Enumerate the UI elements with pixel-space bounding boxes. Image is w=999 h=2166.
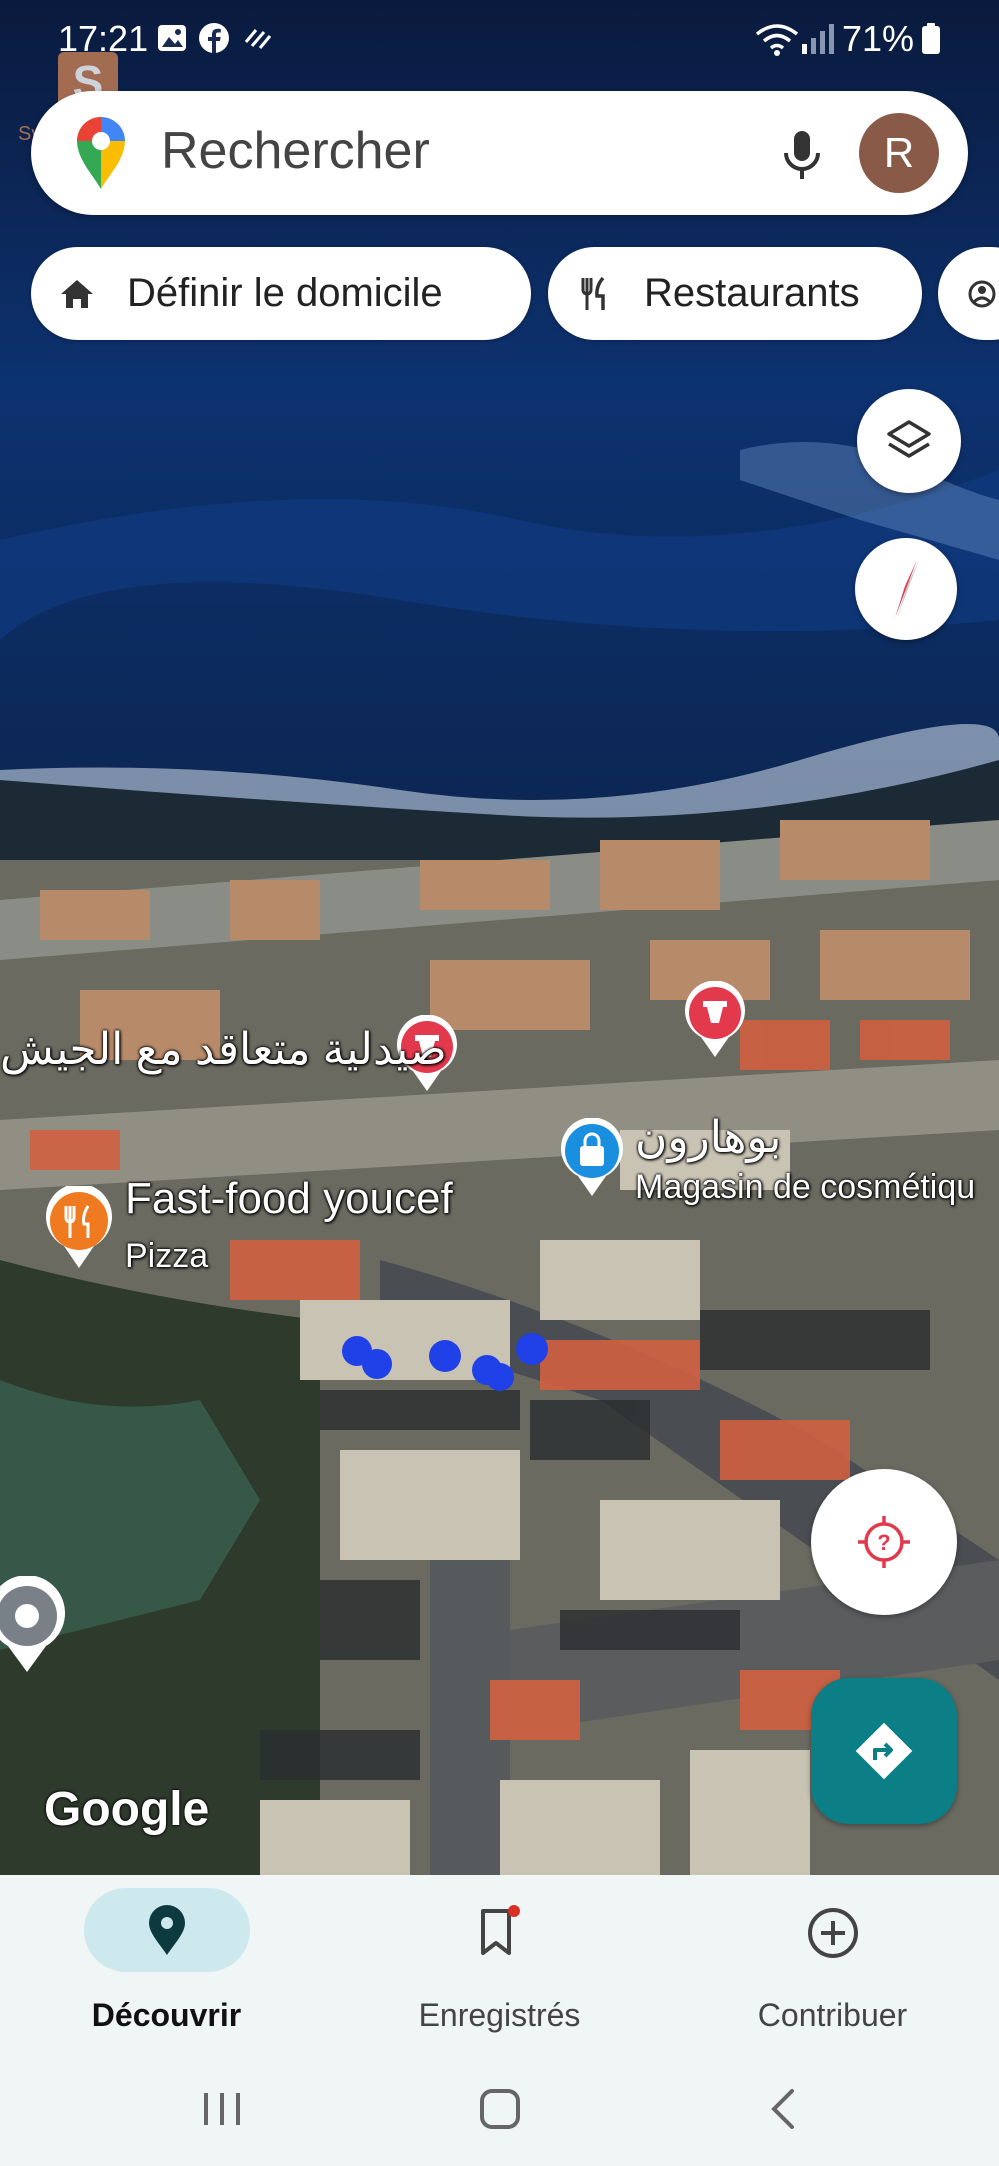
system-navigation-bar xyxy=(0,2055,999,2166)
tab-label: Contribuer xyxy=(757,1997,908,2033)
tab-contribute[interactable]: Contribuer xyxy=(666,1875,999,2055)
signal-icon xyxy=(802,24,834,54)
notification-icon xyxy=(244,29,272,49)
location-unknown-icon: ? xyxy=(858,1516,910,1568)
bottom-navigation: Découvrir Enregistrés Contribuer xyxy=(0,1875,999,2055)
layers-button[interactable] xyxy=(857,389,961,493)
tab-discover[interactable]: Découvrir xyxy=(0,1875,333,2055)
explore-pin-icon xyxy=(148,1905,185,1955)
compass-icon xyxy=(895,560,919,618)
battery-percentage: 71% xyxy=(842,18,915,59)
battery-icon xyxy=(922,23,940,54)
bookmark-icon xyxy=(480,1905,520,1955)
restaurant-marker-icon[interactable] xyxy=(44,1186,114,1270)
shop-category-label[interactable]: Magasin de cosmétiqu xyxy=(635,1168,975,1207)
microphone-icon[interactable] xyxy=(767,119,837,189)
search-bar[interactable]: Rechercher R xyxy=(31,91,968,215)
chip-label: Définir le domicile xyxy=(127,271,443,315)
chip-label: Restaurants xyxy=(644,271,860,315)
directions-icon xyxy=(855,1722,913,1780)
pharmacy-label[interactable]: صيدلية متعاقد مع الجيش xyxy=(0,1024,447,1075)
restaurant-name-label[interactable]: Fast-food youcef xyxy=(125,1174,453,1224)
restaurants-chip[interactable]: Restaurants xyxy=(548,247,922,340)
compass-button[interactable] xyxy=(855,538,957,640)
avatar[interactable]: R xyxy=(859,113,939,193)
my-location-button[interactable]: ? xyxy=(811,1469,957,1615)
shop-name-label[interactable]: بوهارون xyxy=(635,1112,781,1163)
directions-button[interactable] xyxy=(811,1678,957,1824)
shopping-bag-marker-icon[interactable] xyxy=(559,1118,625,1198)
home-button-icon[interactable] xyxy=(476,2085,524,2133)
more-icon xyxy=(968,280,996,307)
google-maps-logo-icon xyxy=(77,117,125,189)
tab-saved[interactable]: Enregistrés xyxy=(333,1875,666,2055)
restaurant-category-label[interactable]: Pizza xyxy=(125,1237,208,1276)
svg-text:?: ? xyxy=(877,1530,890,1555)
layers-icon xyxy=(887,420,931,458)
add-circle-icon xyxy=(807,1908,858,1958)
back-icon[interactable] xyxy=(760,2085,808,2133)
street-view-marker-icon[interactable] xyxy=(0,1576,68,1674)
wifi-icon xyxy=(755,24,799,56)
home-icon xyxy=(61,279,93,308)
search-input[interactable]: Rechercher xyxy=(161,121,430,181)
restaurant-icon xyxy=(581,276,605,310)
facebook-icon xyxy=(199,23,229,53)
set-home-chip[interactable]: Définir le domicile xyxy=(31,247,531,340)
recent-apps-icon[interactable] xyxy=(198,2085,246,2133)
tab-label: Enregistrés xyxy=(418,1997,581,2033)
google-attribution: Google xyxy=(44,1783,210,1836)
pharmacy-marker-icon[interactable] xyxy=(683,981,747,1059)
tab-label: Découvrir xyxy=(91,1997,242,2033)
